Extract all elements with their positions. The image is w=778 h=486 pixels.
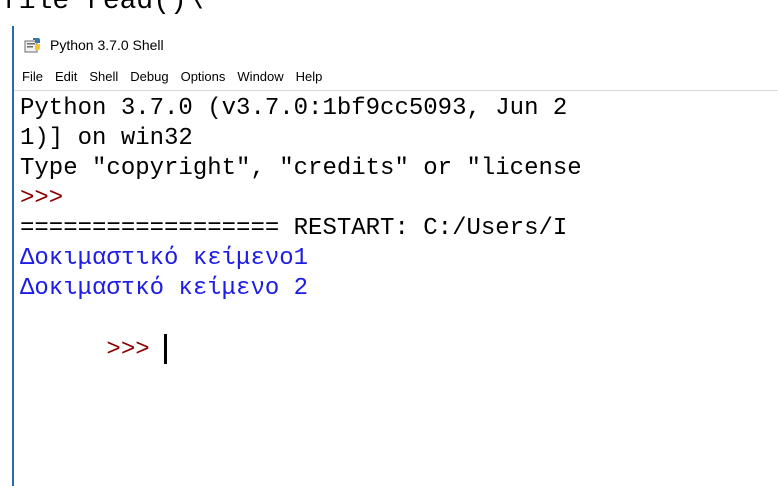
shell-prompt: >>>	[20, 185, 64, 212]
shell-output-line: Δοκιμαστκό κείμενο 2	[20, 275, 309, 302]
menu-bar: File Edit Shell Debug Options Window Hel…	[14, 64, 778, 91]
shell-line-platform: 1)] on win32	[20, 125, 193, 152]
menu-edit[interactable]: Edit	[49, 64, 83, 90]
shell-line-help-hint: Type "copyright", "credits" or "license	[20, 155, 582, 182]
title-bar[interactable]: Python 3.7.0 Shell	[14, 26, 778, 64]
menu-help[interactable]: Help	[290, 64, 329, 90]
shell-line-restart: ================== RESTART: C:/Users/I	[20, 215, 568, 242]
menu-shell[interactable]: Shell	[83, 64, 124, 90]
shell-line-version: Python 3.7.0 (v3.7.0:1bf9cc5093, Jun 2	[20, 95, 568, 122]
shell-output-line: Δοκιμαστικό κείμενο1	[20, 245, 309, 272]
menu-window[interactable]: Window	[231, 64, 289, 90]
menu-options[interactable]: Options	[175, 64, 232, 90]
background-code-fragment: file read()\	[2, 0, 204, 17]
menu-debug[interactable]: Debug	[124, 64, 174, 90]
background-window-strip: file read()\	[0, 0, 778, 26]
idle-shell-window[interactable]: Python 3.7.0 Shell File Edit Shell Debug…	[12, 26, 778, 486]
menu-file[interactable]: File	[14, 64, 49, 90]
python-shell-icon	[24, 36, 42, 54]
text-cursor	[163, 334, 167, 364]
shell-prompt: >>>	[106, 336, 150, 364]
shell-text-area[interactable]: Python 3.7.0 (v3.7.0:1bf9cc5093, Jun 2 1…	[14, 94, 778, 486]
shell-active-prompt-line[interactable]: >>>	[20, 304, 778, 364]
window-title: Python 3.7.0 Shell	[50, 37, 164, 53]
